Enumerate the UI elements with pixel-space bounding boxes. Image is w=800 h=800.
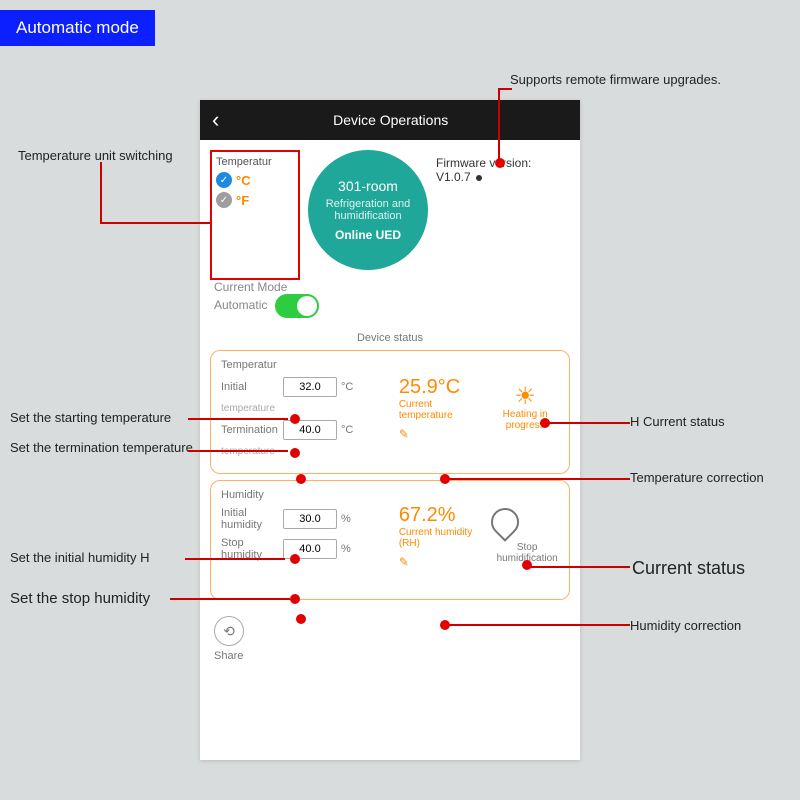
unit-option-f[interactable]: ✓ °F bbox=[216, 192, 294, 208]
initial-temp-label: Initial bbox=[221, 381, 279, 393]
current-hum-value: 67.2% bbox=[399, 504, 481, 527]
term-temp-unit: °C bbox=[341, 424, 353, 436]
ann-unit-switch: Temperature unit switching bbox=[18, 148, 188, 163]
room-name: 301-room bbox=[308, 178, 428, 194]
initial-hum-input[interactable] bbox=[283, 509, 337, 529]
mode-banner: Automatic mode bbox=[0, 10, 155, 46]
radio-unselected-icon: ✓ bbox=[216, 192, 232, 208]
temp-card-title: Temperatur bbox=[221, 359, 399, 371]
firmware-block: Firmware version: V1.0.7 bbox=[436, 150, 531, 280]
temperature-card: Temperatur Initial °C temperature Termin… bbox=[210, 350, 570, 474]
ann-term-temp: Set the termination temperature bbox=[10, 440, 200, 455]
device-mode-desc: Refrigeration and humidification bbox=[308, 198, 428, 222]
initial-hum-label: Initial humidity bbox=[221, 507, 279, 531]
unit-option-c[interactable]: ✓ °C bbox=[216, 172, 294, 188]
ann-start-temp: Set the starting temperature bbox=[10, 410, 200, 425]
device-screen: ‹ Device Operations Temperatur ✓ °C ✓ °F… bbox=[200, 100, 580, 760]
firmware-version: V1.0.7 bbox=[436, 170, 471, 184]
unit-f-label: °F bbox=[236, 193, 249, 208]
humidity-card: Humidity Initial humidity % Stop humidit… bbox=[210, 480, 570, 600]
drop-icon bbox=[486, 502, 526, 542]
current-mode-label: Current Mode bbox=[214, 280, 570, 294]
current-mode-value: Automatic bbox=[214, 298, 267, 312]
sun-icon: ☀ bbox=[487, 385, 563, 409]
online-status: Online UED bbox=[308, 228, 428, 242]
temp-unit-switch[interactable]: Temperatur ✓ °C ✓ °F bbox=[210, 150, 300, 280]
ann-firmware: Supports remote firmware upgrades. bbox=[510, 72, 770, 87]
initial-temp-unit: °C bbox=[341, 381, 353, 393]
radio-selected-icon: ✓ bbox=[216, 172, 232, 188]
device-status-header: Device status bbox=[200, 332, 580, 344]
share-label: Share bbox=[214, 650, 243, 662]
share-icon[interactable]: ⟲ bbox=[214, 616, 244, 646]
current-hum-label: Current humidity (RH) bbox=[399, 527, 481, 549]
current-temp-value: 25.9°C bbox=[399, 376, 478, 399]
device-bubble: 301-room Refrigeration and humidificatio… bbox=[308, 150, 428, 270]
mode-toggle[interactable] bbox=[275, 294, 319, 318]
ann-init-hum: Set the initial humidity H bbox=[10, 550, 200, 565]
title-bar: ‹ Device Operations bbox=[200, 100, 580, 140]
firmware-dot-icon bbox=[476, 175, 482, 181]
stop-hum-unit: % bbox=[341, 543, 351, 555]
current-mode-row: Current Mode Automatic bbox=[200, 280, 580, 326]
ann-temp-corr: Temperature correction bbox=[630, 470, 764, 485]
hum-edit-icon[interactable]: ✎ bbox=[399, 555, 481, 569]
unit-c-label: °C bbox=[236, 173, 251, 188]
heating-state: Heating in progress bbox=[487, 409, 563, 431]
current-temp-label: Current temperature bbox=[399, 399, 478, 421]
firmware-label: Firmware version: bbox=[436, 156, 531, 170]
ann-hum-corr: Humidity correction bbox=[630, 618, 741, 633]
back-icon[interactable]: ‹ bbox=[200, 109, 231, 131]
temp-unit-label: Temperatur bbox=[216, 156, 294, 168]
ann-h-status: H Current status bbox=[630, 414, 725, 429]
initial-hum-unit: % bbox=[341, 513, 351, 525]
term-temp-label: Termination bbox=[221, 424, 279, 436]
temp-edit-icon[interactable]: ✎ bbox=[399, 427, 478, 441]
initial-temp-input[interactable] bbox=[283, 377, 337, 397]
initial-temp-sub: temperature bbox=[221, 403, 399, 414]
page-title: Device Operations bbox=[231, 112, 580, 128]
hum-card-title: Humidity bbox=[221, 489, 399, 501]
ann-cur-status: Current status bbox=[632, 558, 745, 579]
